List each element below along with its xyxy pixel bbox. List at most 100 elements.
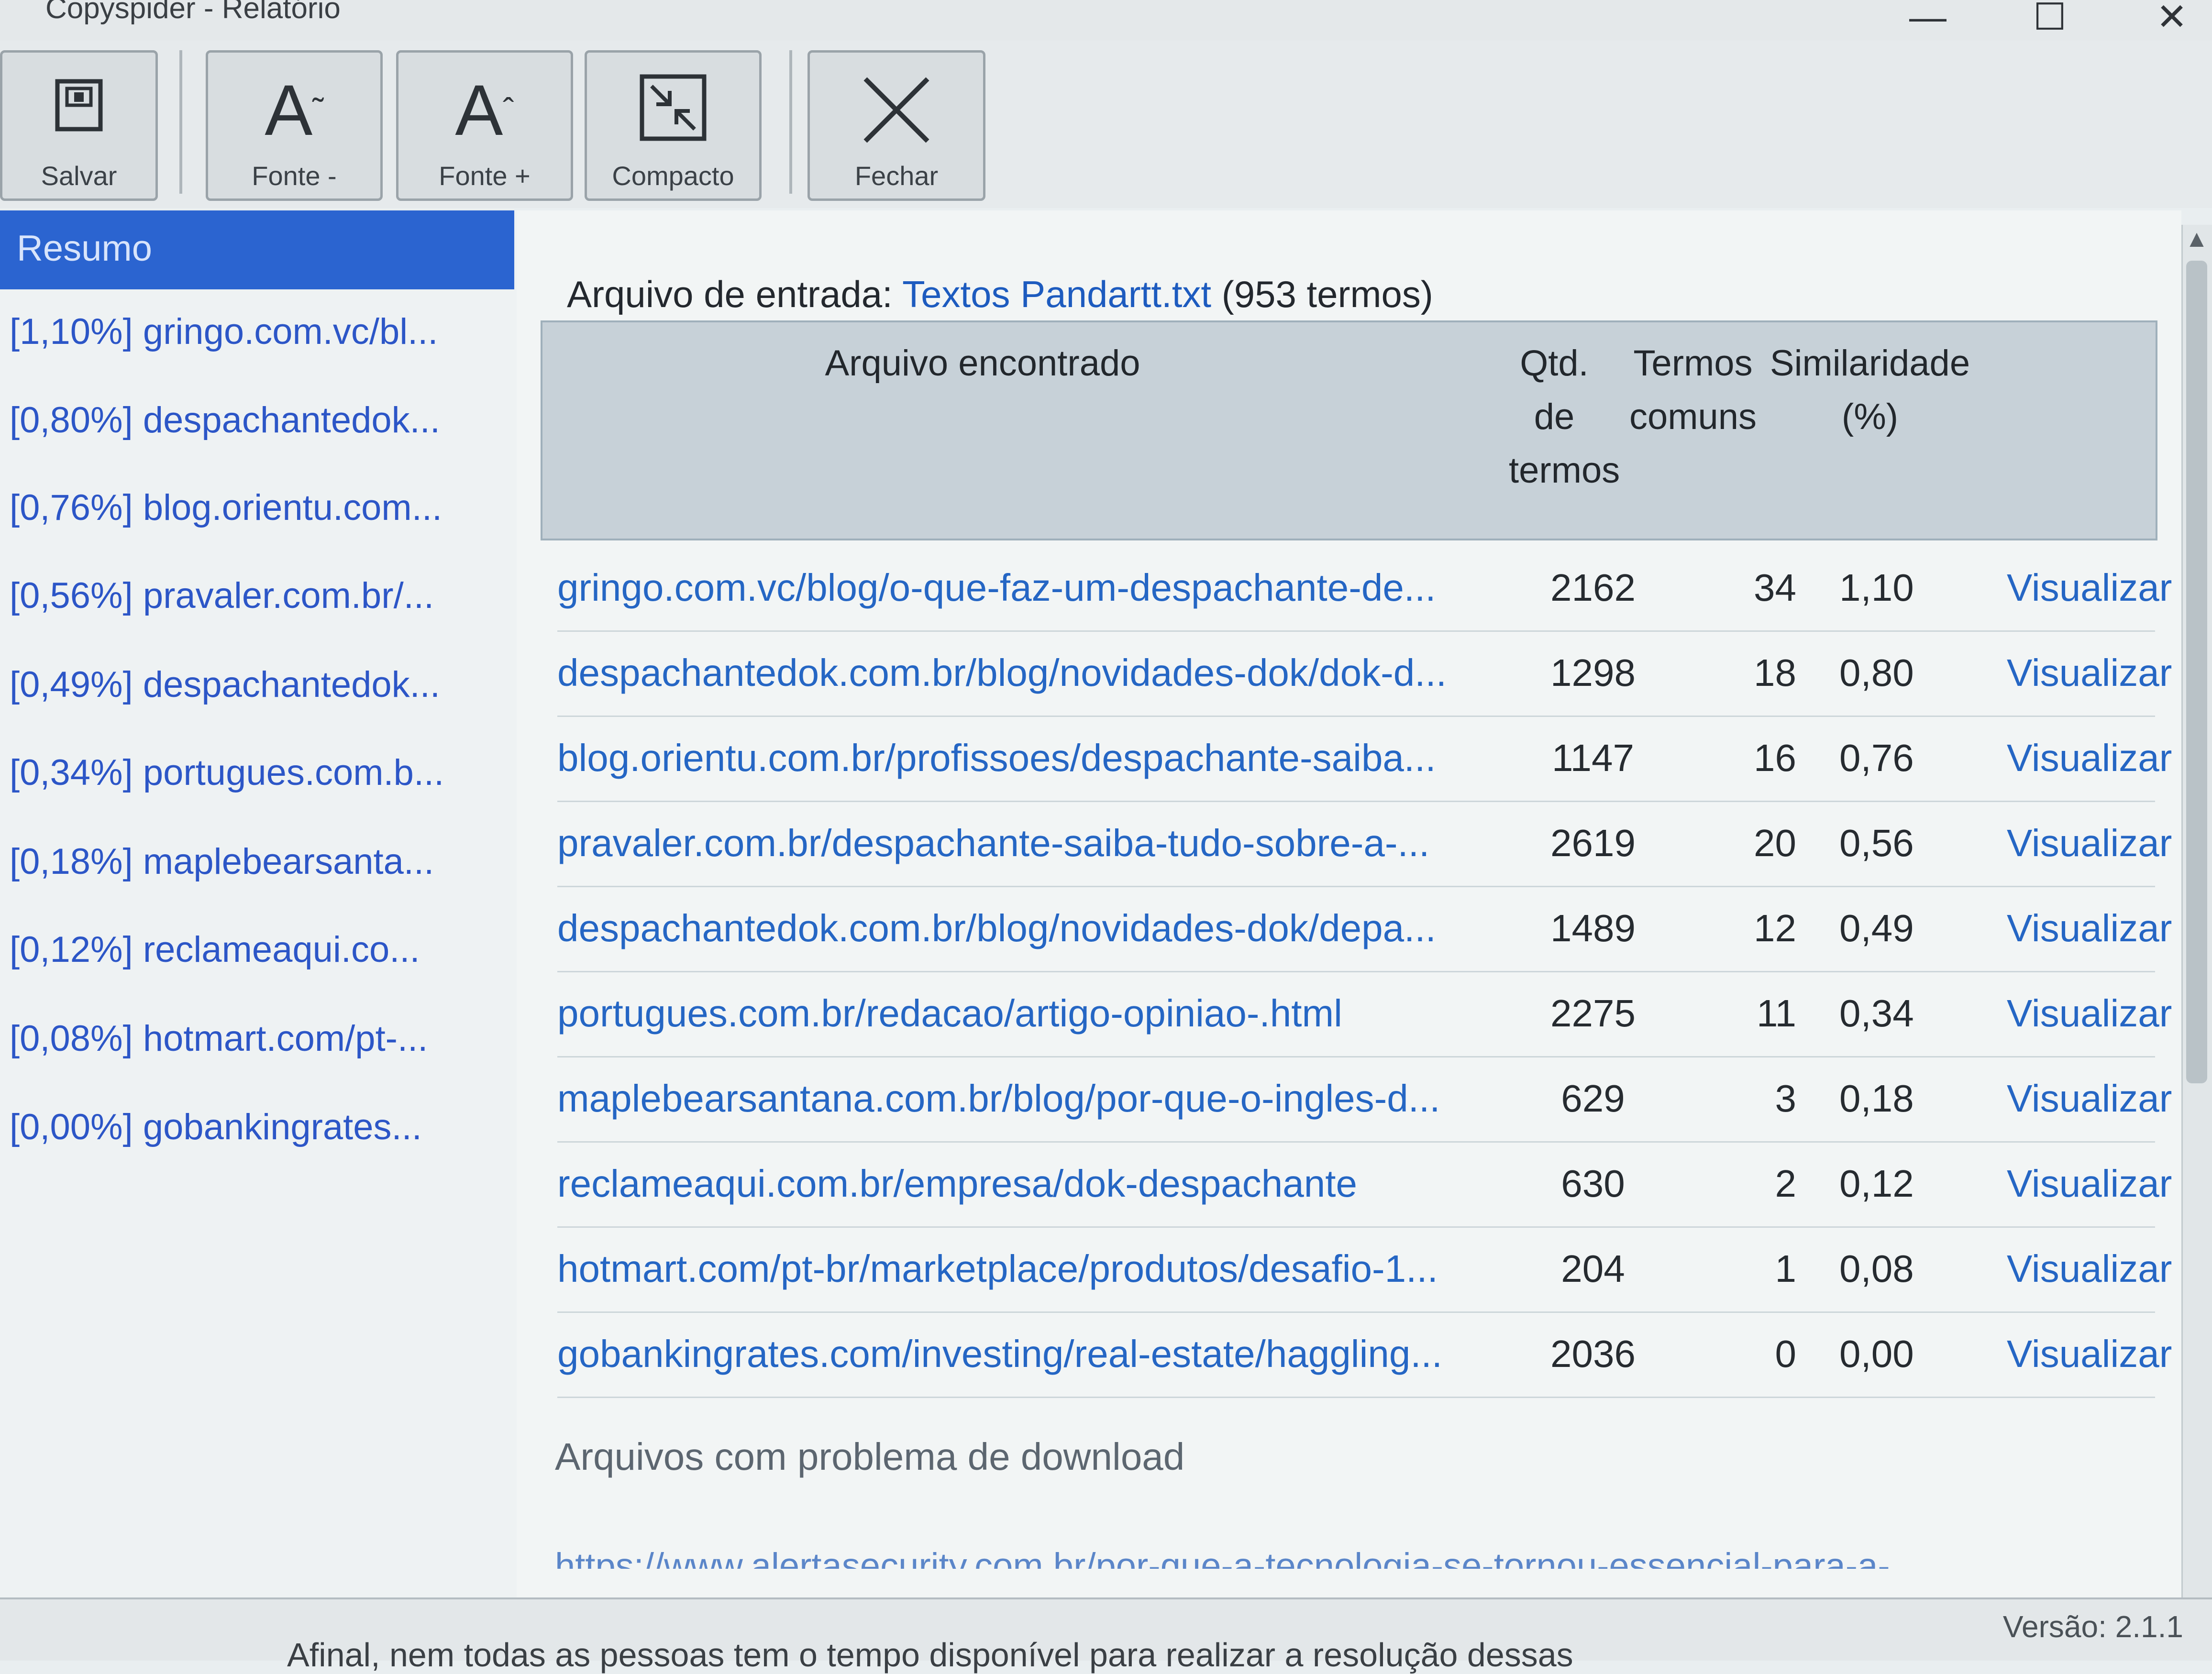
found-file-link[interactable]: portugues.com.br/redacao/artigo-opiniao-… bbox=[557, 971, 1495, 1056]
sidebar-item[interactable]: [0,00%] gobankingrates... bbox=[10, 1106, 507, 1148]
table-row: gringo.com.vc/blog/o-que-faz-um-despacha… bbox=[557, 545, 2172, 632]
found-file-link[interactable]: despachantedok.com.br/blog/novidades-dok… bbox=[557, 630, 1495, 716]
view-link[interactable]: Visualizar bbox=[2007, 1056, 2172, 1141]
found-file-link[interactable]: despachantedok.com.br/blog/novidades-dok… bbox=[557, 886, 1495, 971]
table-row: gobankingrates.com/investing/real-estate… bbox=[557, 1311, 2172, 1398]
common-terms-cell: 2 bbox=[1775, 1162, 1797, 1205]
sidebar-item[interactable]: [1,10%] gringo.com.vc/bl... bbox=[10, 311, 507, 352]
summary-sidebar: Resumo [1,10%] gringo.com.vc/bl... [0,80… bbox=[0, 210, 517, 1597]
report-panel: Arquivo de entrada: Textos Pandartt.txt … bbox=[517, 210, 2181, 1597]
table-row: portugues.com.br/redacao/artigo-opiniao-… bbox=[557, 971, 2172, 1057]
maximize-button[interactable]: ☐ bbox=[2016, 0, 2083, 38]
common-terms-cell: 16 bbox=[1754, 737, 1796, 779]
qtd-terms-cell: 2619 bbox=[1550, 822, 1636, 864]
view-link[interactable]: Visualizar bbox=[2007, 801, 2172, 886]
table-row: blog.orientu.com.br/profissoes/despachan… bbox=[557, 716, 2172, 802]
qtd-terms-cell: 2162 bbox=[1550, 566, 1636, 609]
table-row: pravaler.com.br/despachante-saiba-tudo-s… bbox=[557, 801, 2172, 887]
input-file-line: Arquivo de entrada: Textos Pandartt.txt … bbox=[567, 273, 1433, 316]
summary-tab[interactable]: Resumo bbox=[0, 210, 514, 289]
view-link[interactable]: Visualizar bbox=[2007, 971, 2172, 1056]
qtd-terms-cell: 1489 bbox=[1550, 907, 1636, 949]
toolbar-separator bbox=[789, 50, 792, 194]
table-row: despachantedok.com.br/blog/novidades-dok… bbox=[557, 886, 2172, 972]
save-label: Salvar bbox=[41, 161, 117, 191]
input-file-name[interactable]: Textos Pandartt.txt bbox=[902, 273, 1211, 315]
scroll-up-icon[interactable]: ▲ bbox=[2181, 225, 2212, 258]
sidebar-item[interactable]: [0,12%] reclameaqui.co... bbox=[10, 929, 507, 970]
download-problem-url[interactable]: https://www.alertasecurity.com.br/por-qu… bbox=[555, 1540, 1990, 1569]
sidebar-item[interactable]: [0,08%] hotmart.com/pt-... bbox=[10, 1018, 507, 1059]
common-terms-cell: 20 bbox=[1754, 822, 1796, 864]
view-link[interactable]: Visualizar bbox=[2007, 1141, 2172, 1226]
view-link[interactable]: Visualizar bbox=[2007, 886, 2172, 971]
window-title: Copyspider - Relatório bbox=[45, 0, 341, 25]
similarity-cell: 0,08 bbox=[1839, 1247, 1914, 1290]
found-file-link[interactable]: hotmart.com/pt-br/marketplace/produtos/d… bbox=[557, 1226, 1495, 1311]
qtd-terms-cell: 2275 bbox=[1550, 992, 1636, 1035]
window-title-bar: Copyspider - Relatório — ☐ ✕ bbox=[0, 0, 2212, 41]
toolbar-separator bbox=[179, 50, 182, 194]
save-button[interactable]: Salvar bbox=[0, 50, 158, 201]
table-row: maplebearsantana.com.br/blog/por-que-o-i… bbox=[557, 1056, 2172, 1143]
minimize-button[interactable]: — bbox=[1894, 0, 1961, 38]
table-row: reclameaqui.com.br/empresa/dok-despachan… bbox=[557, 1141, 2172, 1228]
found-file-link[interactable]: pravaler.com.br/despachante-saiba-tudo-s… bbox=[557, 801, 1495, 886]
input-file-label: Arquivo de entrada: bbox=[567, 273, 903, 315]
close-window-button[interactable]: ✕ bbox=[2138, 0, 2205, 38]
compact-icon bbox=[587, 72, 759, 157]
found-file-link[interactable]: blog.orientu.com.br/profissoes/despachan… bbox=[557, 716, 1495, 801]
scrollbar-thumb[interactable] bbox=[2186, 261, 2207, 1083]
found-file-link[interactable]: reclameaqui.com.br/empresa/dok-despachan… bbox=[557, 1141, 1495, 1226]
common-terms-cell: 12 bbox=[1754, 907, 1796, 949]
common-terms-cell: 1 bbox=[1775, 1247, 1797, 1290]
font-decrease-button[interactable]: A˜ Fonte - bbox=[206, 50, 383, 201]
found-file-link[interactable]: gringo.com.vc/blog/o-que-faz-um-despacha… bbox=[557, 545, 1495, 630]
font-decrease-label: Fonte - bbox=[252, 161, 337, 191]
similarity-cell: 1,10 bbox=[1839, 566, 1914, 609]
compact-label: Compacto bbox=[612, 161, 734, 191]
compact-button[interactable]: Compacto bbox=[585, 50, 762, 201]
sidebar-item[interactable]: [0,56%] pravaler.com.br/... bbox=[10, 575, 507, 617]
qtd-terms-cell: 2036 bbox=[1550, 1333, 1636, 1375]
similarity-cell: 0,49 bbox=[1839, 907, 1914, 949]
save-icon bbox=[2, 72, 155, 159]
similarity-cell: 0,56 bbox=[1839, 822, 1914, 864]
qtd-terms-cell: 204 bbox=[1561, 1247, 1625, 1290]
similarity-cell: 0,80 bbox=[1839, 651, 1914, 694]
sidebar-item[interactable]: [0,18%] maplebearsanta... bbox=[10, 841, 507, 882]
font-increase-button[interactable]: Aˆ Fonte + bbox=[396, 50, 573, 201]
font-decrease-icon: A˜ bbox=[265, 70, 324, 150]
common-terms-cell: 18 bbox=[1754, 651, 1796, 694]
similarity-cell: 0,18 bbox=[1839, 1077, 1914, 1120]
column-header-qtd: Qtd. de termos bbox=[1509, 343, 1620, 491]
common-terms-cell: 3 bbox=[1775, 1077, 1797, 1120]
font-increase-label: Fonte + bbox=[439, 161, 531, 191]
qtd-terms-cell: 630 bbox=[1561, 1162, 1625, 1205]
found-file-link[interactable]: maplebearsantana.com.br/blog/por-que-o-i… bbox=[557, 1056, 1495, 1141]
close-report-label: Fechar bbox=[854, 161, 939, 191]
close-icon bbox=[810, 72, 983, 162]
table-row: hotmart.com/pt-br/marketplace/produtos/d… bbox=[557, 1226, 2172, 1313]
view-link[interactable]: Visualizar bbox=[2007, 1226, 2172, 1311]
common-terms-cell: 0 bbox=[1775, 1333, 1797, 1375]
common-terms-cell: 34 bbox=[1754, 566, 1796, 609]
view-link[interactable]: Visualizar bbox=[2007, 1311, 2172, 1397]
view-link[interactable]: Visualizar bbox=[2007, 716, 2172, 801]
sidebar-item[interactable]: [0,49%] despachantedok... bbox=[10, 664, 507, 705]
similarity-cell: 0,34 bbox=[1839, 992, 1914, 1035]
view-link[interactable]: Visualizar bbox=[2007, 545, 2172, 630]
found-file-link[interactable]: gobankingrates.com/investing/real-estate… bbox=[557, 1311, 1495, 1397]
results-table-header: Arquivo encontrado Qtd. de termos Termos… bbox=[541, 320, 2157, 540]
similarity-cell: 0,12 bbox=[1839, 1162, 1914, 1205]
sidebar-item[interactable]: [0,80%] despachantedok... bbox=[10, 399, 507, 441]
view-link[interactable]: Visualizar bbox=[2007, 630, 2172, 716]
column-header-common: Termos comuns bbox=[1629, 343, 1757, 437]
column-header-similarity: Similaridade (%) bbox=[1770, 343, 1970, 437]
common-terms-cell: 11 bbox=[1756, 992, 1796, 1035]
similarity-cell: 0,76 bbox=[1839, 737, 1914, 779]
sidebar-item[interactable]: [0,34%] portugues.com.b... bbox=[10, 752, 507, 793]
sidebar-item[interactable]: [0,76%] blog.orientu.com... bbox=[10, 487, 507, 529]
close-report-button[interactable]: Fechar bbox=[807, 50, 985, 201]
table-row: despachantedok.com.br/blog/novidades-dok… bbox=[557, 630, 2172, 717]
